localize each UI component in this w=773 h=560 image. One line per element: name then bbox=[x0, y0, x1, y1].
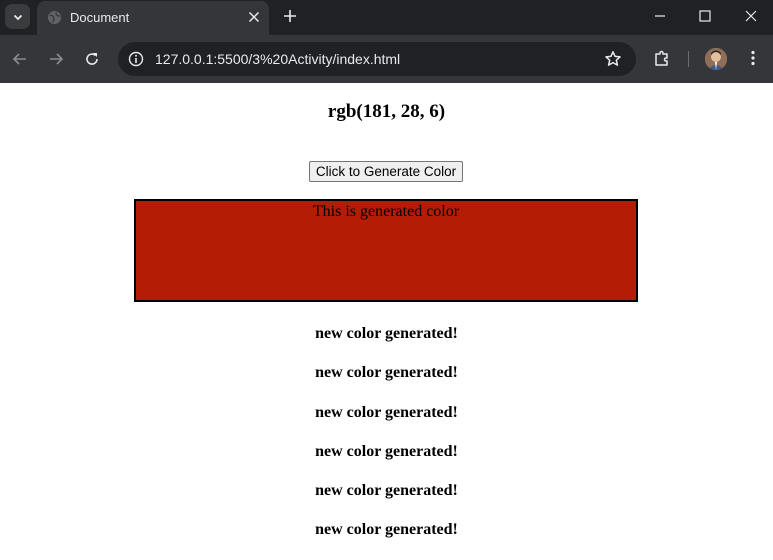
globe-icon bbox=[47, 10, 62, 25]
plus-icon[interactable] bbox=[282, 8, 298, 24]
reload-icon[interactable] bbox=[83, 50, 101, 68]
tab-title: Document bbox=[70, 10, 130, 25]
avatar[interactable] bbox=[705, 48, 727, 70]
maximize-icon[interactable] bbox=[697, 8, 713, 24]
arrow-left-icon[interactable] bbox=[11, 50, 29, 68]
log-item: new color generated! bbox=[315, 442, 458, 460]
site-info-icon[interactable] bbox=[128, 51, 144, 67]
browser-toolbar: 127.0.0.1:5500/3%20Activity/index.html bbox=[0, 35, 773, 83]
color-preview-box: This is generated color bbox=[134, 199, 638, 302]
log-item: new color generated! bbox=[315, 403, 458, 421]
log-item: new color generated! bbox=[315, 364, 458, 382]
url-text[interactable]: 127.0.0.1:5500/3%20Activity/index.html bbox=[155, 51, 400, 67]
star-icon[interactable] bbox=[604, 50, 622, 68]
toolbar-divider bbox=[688, 51, 689, 67]
generate-color-button[interactable]: Click to Generate Color bbox=[309, 161, 463, 182]
tab-strip: Document bbox=[0, 0, 773, 35]
color-box-label: This is generated color bbox=[312, 203, 460, 220]
profile-photo bbox=[705, 48, 727, 70]
arrow-right-icon[interactable] bbox=[47, 50, 65, 68]
kebab-menu-icon[interactable] bbox=[744, 49, 762, 67]
address-bar[interactable]: 127.0.0.1:5500/3%20Activity/index.html bbox=[118, 42, 636, 76]
close-window-icon[interactable] bbox=[743, 8, 759, 24]
log-item: new color generated! bbox=[315, 482, 458, 500]
page-content: rgb(181, 28, 6) Click to Generate Color … bbox=[0, 83, 773, 545]
puzzle-icon[interactable] bbox=[653, 49, 671, 67]
log-item: new color generated! bbox=[315, 521, 458, 539]
chevron-down-icon bbox=[13, 14, 22, 20]
close-icon[interactable] bbox=[248, 11, 260, 23]
log-item: new color generated! bbox=[315, 325, 458, 342]
rgb-value-heading: rgb(181, 28, 6) bbox=[327, 101, 446, 122]
generation-log: new color generated! new color generated!… bbox=[0, 324, 773, 560]
minimize-icon[interactable] bbox=[652, 8, 668, 24]
tab-document[interactable]: Document bbox=[37, 1, 269, 35]
tab-search-button[interactable] bbox=[5, 4, 30, 29]
